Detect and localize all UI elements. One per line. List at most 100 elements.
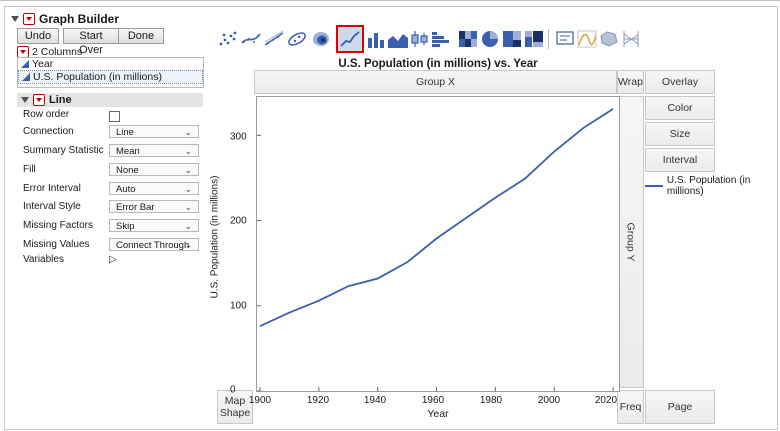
y-tick-label: 200 xyxy=(230,215,247,227)
disclosure-icon[interactable] xyxy=(21,97,29,103)
window-title: Graph Builder xyxy=(39,12,120,26)
group-y-label: Group Y xyxy=(624,222,637,262)
prop-label-missing-factors: Missing Factors xyxy=(23,220,94,231)
series-line[interactable] xyxy=(259,108,614,328)
line-section-title: Line xyxy=(49,94,72,106)
red-triangle-menu-icon[interactable] xyxy=(23,13,35,25)
done-button[interactable]: Done xyxy=(118,28,164,44)
graph-builder-window: Graph Builder Undo Start Over Done 2 Col… xyxy=(4,6,778,430)
continuous-column-icon xyxy=(21,60,29,68)
select-value: Error Bar xyxy=(116,202,155,213)
size-zone[interactable]: Size xyxy=(645,122,715,146)
select-value: Connect Through xyxy=(116,240,190,251)
line-icon[interactable] xyxy=(336,25,364,53)
column-item-label: U.S. Population (in millions) xyxy=(33,71,162,83)
fill-select[interactable]: None ⌄ xyxy=(109,163,199,176)
line-section-header[interactable]: Line xyxy=(17,93,203,107)
group-x-zone[interactable]: Group X xyxy=(254,70,617,94)
plot-area[interactable] xyxy=(256,96,620,392)
formula-icon[interactable] xyxy=(576,28,598,50)
columns-list: Year U.S. Population (in millions) xyxy=(17,57,204,88)
map-shapes-icon[interactable] xyxy=(598,28,620,50)
bar-icon[interactable] xyxy=(365,28,387,50)
line-red-triangle-icon[interactable] xyxy=(33,94,45,106)
contour-icon[interactable] xyxy=(309,28,331,50)
missing-factors-select[interactable]: Skip ⌄ xyxy=(109,219,199,232)
toolbar-separator xyxy=(548,29,549,49)
points-icon[interactable] xyxy=(217,28,239,50)
chevron-down-icon: ⌄ xyxy=(184,240,192,250)
line-chart xyxy=(257,108,614,392)
chevron-down-icon: ⌄ xyxy=(184,146,192,156)
summary-statistic-select[interactable]: Mean ⌄ xyxy=(109,144,199,157)
mosaic-icon[interactable] xyxy=(523,28,545,50)
smoother-icon[interactable] xyxy=(240,28,262,50)
chevron-down-icon: ⌄ xyxy=(184,127,192,137)
map-shape-label-1: Map xyxy=(224,395,246,407)
box-plot-icon[interactable] xyxy=(409,28,431,50)
x-axis-label: Year xyxy=(427,408,449,420)
area-icon[interactable] xyxy=(387,28,409,50)
column-item-year[interactable]: Year xyxy=(18,58,203,70)
y-axis-label: U.S. Population (in millions) xyxy=(209,175,221,299)
wrap-zone[interactable]: Wrap xyxy=(617,70,644,94)
prop-label-fill: Fill xyxy=(23,164,36,175)
connection-select[interactable]: Line ⌄ xyxy=(109,125,199,138)
overlay-zone[interactable]: Overlay xyxy=(645,70,715,94)
y-tick-label: 100 xyxy=(230,300,247,312)
x-tick-label: 2020 xyxy=(594,395,618,406)
variables-expand-icon[interactable]: ▷ xyxy=(109,254,117,265)
interval-zone[interactable]: Interval xyxy=(645,148,715,172)
select-value: Mean xyxy=(116,146,140,157)
color-zone[interactable]: Color xyxy=(645,96,715,120)
x-tick-label: 1960 xyxy=(421,395,445,406)
prop-label-row-order: Row order xyxy=(23,109,70,120)
prop-label-connection: Connection xyxy=(23,126,74,137)
undo-button[interactable]: Undo xyxy=(17,28,59,44)
heatmap-icon[interactable] xyxy=(457,28,479,50)
page-zone[interactable]: Page xyxy=(645,390,715,424)
parallel-icon[interactable] xyxy=(620,28,642,50)
prop-label-variables: Variables xyxy=(23,254,64,265)
map-shape-label-2: Shape xyxy=(219,407,251,419)
chart-title: U.S. Population (in millions) vs. Year xyxy=(338,58,538,70)
y-tick-label: 300 xyxy=(230,131,247,143)
legend: U.S. Population (in millions) xyxy=(645,175,777,197)
start-over-button[interactable]: Start Over xyxy=(63,28,119,56)
x-tick-label: 1920 xyxy=(306,395,330,406)
prop-label-summary-statistic: Summary Statistic xyxy=(23,145,104,156)
legend-line-swatch xyxy=(645,185,663,187)
group-y-zone[interactable]: Group Y xyxy=(617,96,644,388)
x-tick-label: 1940 xyxy=(363,395,387,406)
error-interval-select[interactable]: Auto ⌄ xyxy=(109,182,199,195)
missing-values-select[interactable]: Connect Through ⌄ xyxy=(109,238,199,251)
chevron-down-icon: ⌄ xyxy=(184,165,192,175)
line-of-fit-icon[interactable] xyxy=(263,28,285,50)
prop-label-interval-style: Interval Style xyxy=(23,201,81,212)
continuous-column-icon xyxy=(22,73,30,81)
x-tick-label: 2000 xyxy=(537,395,561,406)
ellipse-icon[interactable] xyxy=(286,28,308,50)
select-value: None xyxy=(116,165,139,176)
interval-style-select[interactable]: Error Bar ⌄ xyxy=(109,200,199,213)
column-item-population[interactable]: U.S. Population (in millions) xyxy=(18,70,203,84)
x-tick-label: 1900 xyxy=(248,395,272,406)
freq-zone[interactable]: Freq xyxy=(617,390,644,424)
row-order-checkbox[interactable] xyxy=(109,111,120,122)
select-value: Skip xyxy=(116,221,135,232)
prop-label-error-interval: Error Interval xyxy=(23,183,81,194)
select-value: Auto xyxy=(116,184,136,195)
x-tick-label: 1980 xyxy=(479,395,503,406)
disclosure-icon[interactable] xyxy=(11,16,19,22)
treemap-icon[interactable] xyxy=(501,28,523,50)
select-value: Line xyxy=(116,127,134,138)
legend-label: U.S. Population (in millions) xyxy=(666,175,751,197)
pie-icon[interactable] xyxy=(479,28,501,50)
chevron-down-icon: ⌄ xyxy=(184,184,192,194)
title-row: Graph Builder xyxy=(11,11,119,27)
histogram-icon[interactable] xyxy=(430,28,452,50)
chevron-down-icon: ⌄ xyxy=(184,202,192,212)
column-item-label: Year xyxy=(32,58,54,70)
y-tick-label: 0 xyxy=(230,384,236,396)
caption-box-icon[interactable] xyxy=(554,28,576,50)
